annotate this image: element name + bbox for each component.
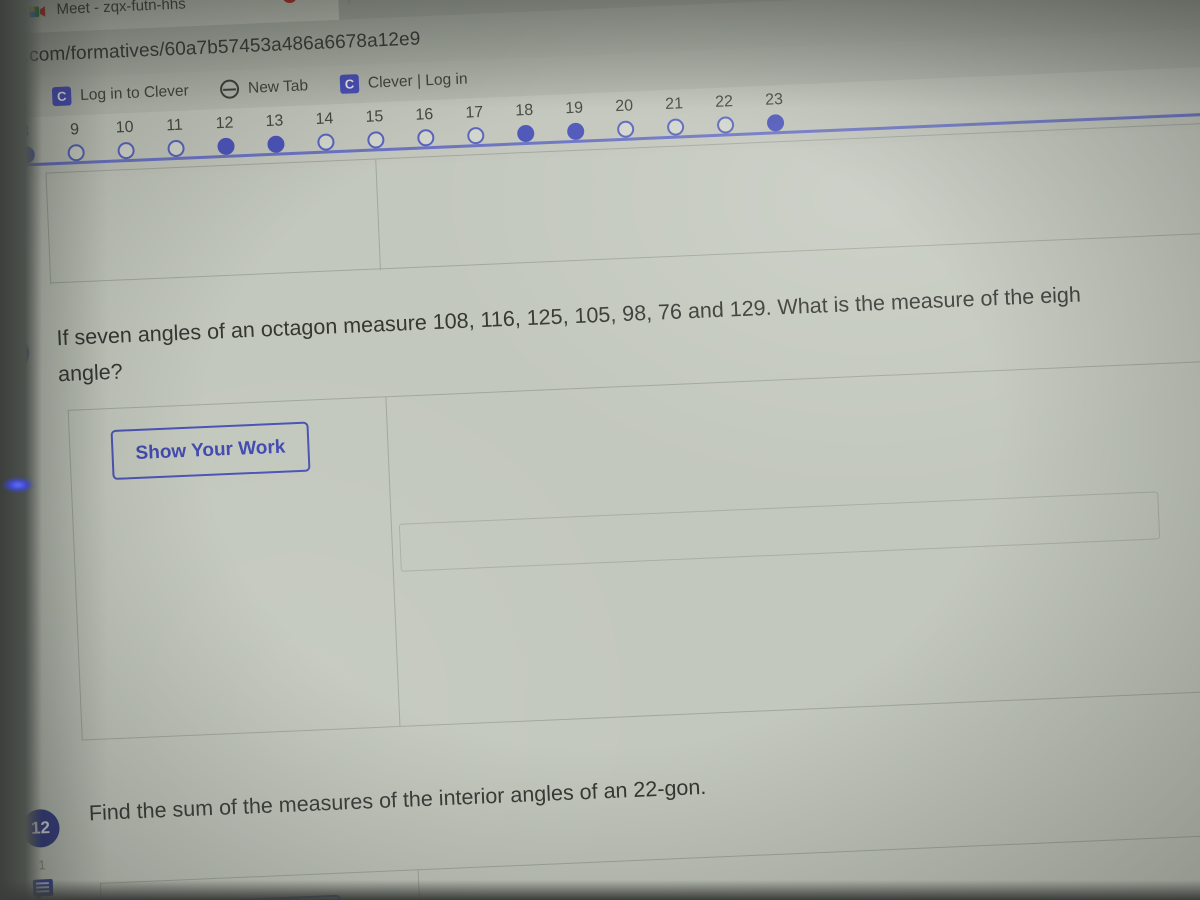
divider: [67, 409, 83, 740]
question-nav-number: 23: [764, 91, 784, 109]
photographed-screen: ✕ Meet - zqx-futn-hhs × + native.com/for…: [0, 0, 1200, 900]
question-text: Find the sum of the measures of the inte…: [88, 774, 707, 826]
question-nav-dot-unanswered[interactable]: [116, 141, 135, 160]
question-nav-dot-answered[interactable]: [766, 114, 784, 132]
question-nav-dot-answered[interactable]: [516, 124, 535, 143]
divider: [81, 688, 1200, 741]
question-nav-item-8[interactable]: 8: [7, 123, 43, 164]
show-your-work-button[interactable]: Show Your Work: [142, 894, 343, 900]
answer-input[interactable]: [398, 491, 1161, 572]
formative-page-body: 11 1 If seven angles of an octagon measu…: [0, 120, 1200, 900]
url-text: native.com/formatives/60a7b57453a486a667…: [0, 28, 421, 69]
question-nav-dot-unanswered[interactable]: [616, 120, 635, 139]
bookmark-log-in-to-clever[interactable]: C Log in to Clever: [51, 81, 190, 107]
question-nav-dot-unanswered[interactable]: [66, 143, 85, 162]
question-nav-number: 12: [215, 114, 234, 133]
question-nav-item-22[interactable]: 22: [707, 93, 743, 134]
divider: [45, 172, 52, 285]
clever-icon: C: [51, 86, 72, 107]
bookmark-label: Clever | Log in: [367, 69, 468, 92]
comment-icon[interactable]: [32, 878, 54, 897]
question-nav-item-15[interactable]: 15: [357, 108, 393, 149]
question-nav-item-14[interactable]: 14: [307, 110, 343, 151]
question-nav-item-23[interactable]: 23: [757, 91, 793, 132]
bookmarks-folder-label[interactable]: org bookmarks: [0, 89, 11, 111]
question-nav-dot-unanswered[interactable]: [416, 128, 435, 147]
question-nav-dot-answered[interactable]: [216, 137, 235, 156]
divider: [417, 869, 423, 900]
bookmark-clever-log-in[interactable]: C Clever | Log in: [339, 69, 468, 94]
question-text-line2: angle?: [57, 359, 124, 387]
question-nav-dot-unanswered[interactable]: [366, 131, 385, 149]
question-nav-dot-answered[interactable]: [566, 122, 585, 141]
question-nav-dot-unanswered[interactable]: [316, 133, 335, 151]
question-nav-item-12[interactable]: 12: [207, 114, 243, 156]
question-nav-item-11[interactable]: 11: [157, 116, 193, 158]
question-nav-number: 15: [365, 108, 384, 126]
question-nav-number: 21: [664, 95, 684, 114]
tab-separator: [347, 0, 350, 4]
comment-icon[interactable]: [2, 403, 24, 422]
question-nav-number: 17: [465, 103, 484, 122]
question-nav-number: 11: [165, 116, 184, 135]
question-nav-number: 20: [614, 97, 634, 116]
clever-icon: C: [339, 74, 360, 94]
question-nav-number: 22: [714, 93, 734, 111]
divider: [385, 396, 401, 726]
question-nav-item-9[interactable]: 9: [57, 121, 93, 162]
new-tab-icon[interactable]: +: [367, 0, 383, 4]
question-points: 1: [7, 382, 16, 398]
question-nav-number: 13: [265, 112, 284, 131]
question-number-badge[interactable]: 12: [20, 808, 61, 849]
tab-close-icon[interactable]: ×: [316, 0, 327, 5]
question-nav-number: 14: [315, 110, 334, 128]
question-nav-item-17[interactable]: 17: [457, 103, 493, 145]
google-meet-icon: [29, 6, 46, 18]
question-nav-number: 8: [19, 123, 30, 141]
question-text: If seven angles of an octagon measure 10…: [56, 282, 1082, 351]
browser-window: ✕ Meet - zqx-futn-hhs × + native.com/for…: [0, 0, 1200, 900]
question-nav-dot-unanswered[interactable]: [166, 139, 185, 158]
question-nav-item-13[interactable]: 13: [257, 112, 293, 154]
show-your-work-button[interactable]: Show Your Work: [110, 421, 311, 481]
divider: [67, 358, 1200, 411]
question-nav-number: 16: [415, 105, 434, 124]
question-nav-number: 10: [115, 118, 134, 137]
question-nav-dot-unanswered[interactable]: [666, 118, 684, 136]
question-nav-number: 19: [564, 99, 584, 118]
bookmarks-folder-text: org bookmarks: [0, 89, 12, 110]
bookmark-new-tab[interactable]: New Tab: [219, 76, 309, 100]
question-nav-dot-answered[interactable]: [16, 146, 35, 164]
divider: [375, 158, 381, 271]
question-nav-item-20[interactable]: 20: [607, 97, 643, 139]
tab-title: Meet - zqx-futn-hhs: [56, 0, 186, 18]
globe-icon: [219, 79, 240, 100]
bookmark-label: Log in to Clever: [79, 81, 190, 104]
divider: [99, 882, 106, 900]
question-nav-dot-unanswered[interactable]: [716, 116, 734, 134]
question-nav-item-19[interactable]: 19: [557, 99, 593, 141]
divider: [99, 832, 1200, 884]
question-nav-item-16[interactable]: 16: [407, 106, 443, 147]
question-nav-number: 9: [69, 121, 80, 139]
divider: [50, 230, 1200, 284]
question-nav-dot-unanswered[interactable]: [466, 126, 485, 145]
question-nav-dot-answered[interactable]: [266, 135, 285, 154]
question-nav-item-10[interactable]: 10: [107, 118, 143, 160]
question-nav-item-21[interactable]: 21: [657, 95, 693, 136]
question-number-badge[interactable]: 11: [0, 333, 30, 374]
question-nav-item-18[interactable]: 18: [507, 101, 543, 143]
bookmark-label: New Tab: [247, 76, 309, 97]
question-points: 1: [38, 857, 46, 873]
question-nav-number: 18: [515, 101, 534, 120]
